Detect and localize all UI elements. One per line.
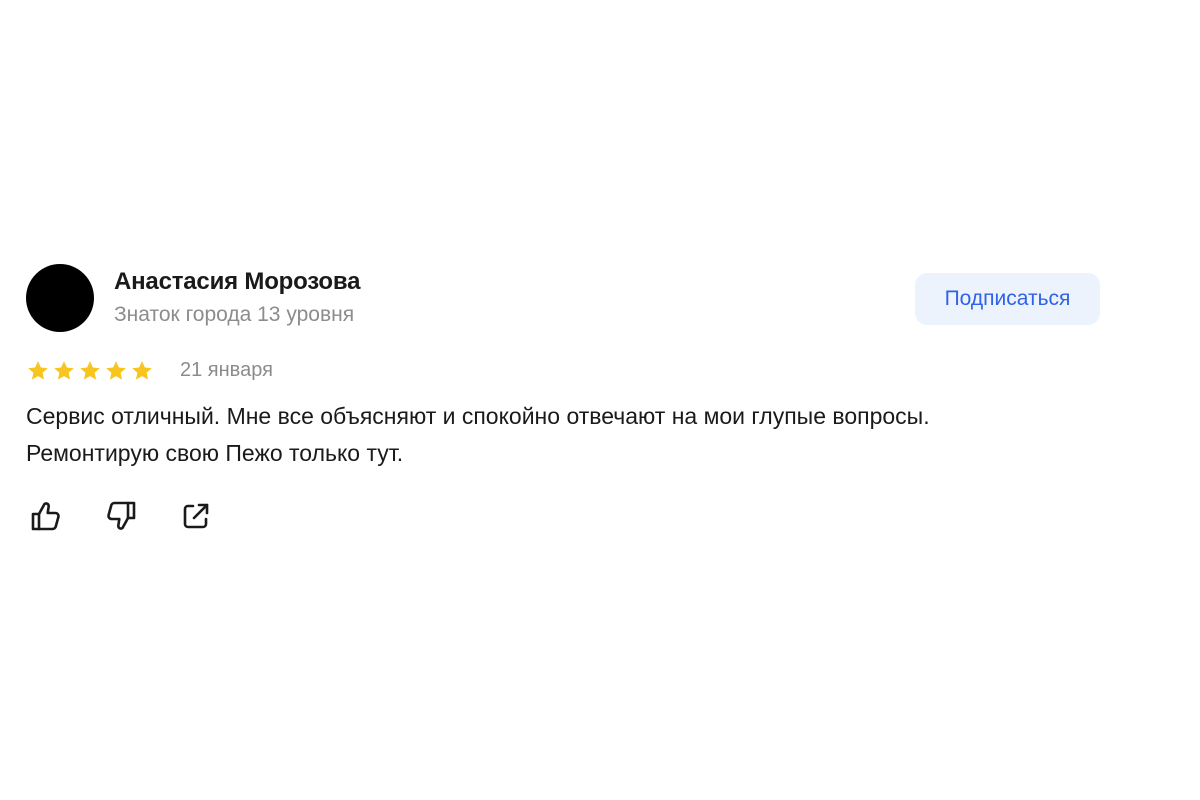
star-icon: [80, 361, 100, 380]
star-icon: [54, 361, 74, 380]
review-text: Сервис отличный. Мне все объясняют и спо…: [26, 398, 1106, 472]
author-name[interactable]: Анастасия Морозова: [114, 268, 360, 296]
thumbs-up-icon: [31, 502, 60, 531]
review-text-line: Сервис отличный. Мне все объясняют и спо…: [26, 403, 930, 429]
like-button[interactable]: [26, 496, 66, 536]
dislike-button[interactable]: [101, 496, 141, 536]
rating-stars: [26, 359, 156, 383]
star-icon: [106, 361, 126, 380]
star-icon: [28, 361, 48, 380]
share-button[interactable]: [176, 496, 216, 536]
thumbs-down-icon: [107, 501, 136, 530]
review-date: 21 января: [180, 359, 273, 381]
review-actions: [26, 496, 251, 536]
avatar[interactable]: [26, 264, 94, 332]
review-card: Анастасия Морозова Знаток города 13 уров…: [26, 264, 1106, 544]
author-level: Знаток города 13 уровня: [114, 303, 355, 326]
review-text-line: Ремонтирую свою Пежо только тут.: [26, 440, 404, 466]
share-icon: [183, 503, 209, 529]
subscribe-button[interactable]: Подписаться: [915, 273, 1100, 325]
star-icon: [132, 361, 152, 380]
